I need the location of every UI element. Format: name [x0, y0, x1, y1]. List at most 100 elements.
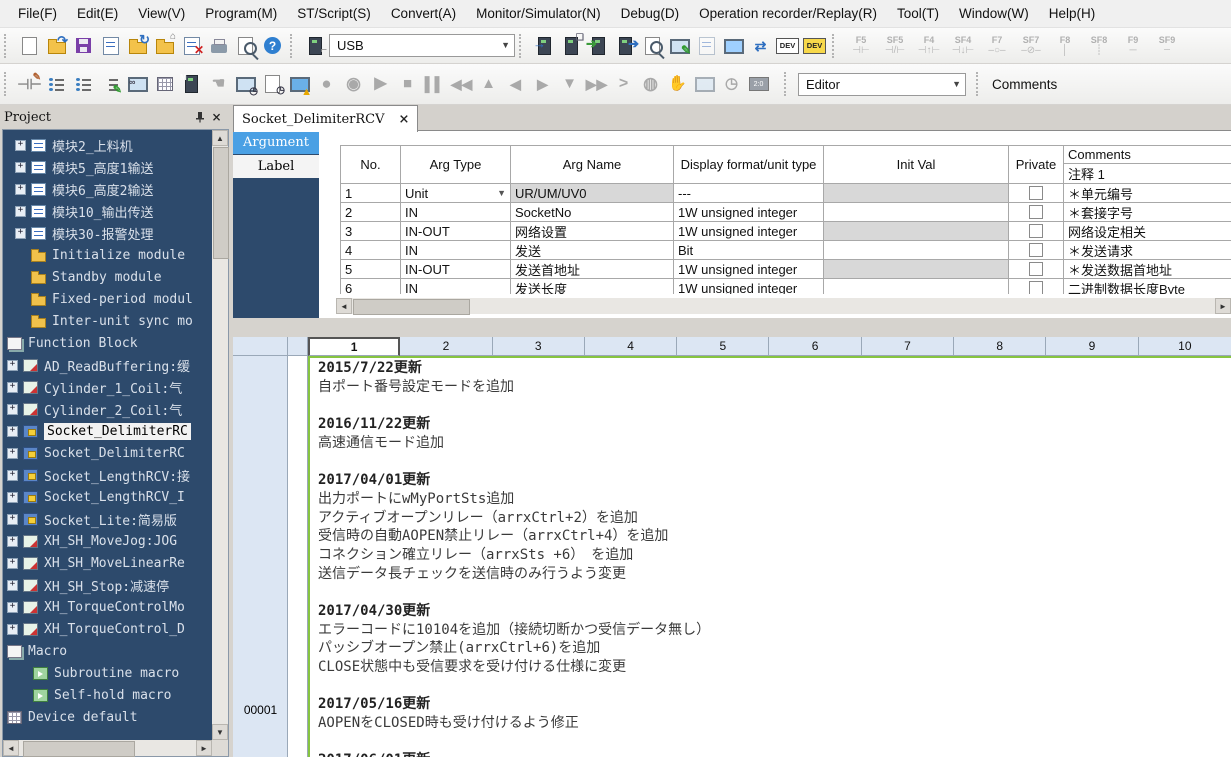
cell-init-val[interactable] [824, 203, 1009, 222]
tree-item-function-block[interactable]: +XH_SH_MoveJog:JOG [3, 530, 212, 552]
upload-from-plc-icon[interactable]: ➔ [612, 32, 639, 59]
menu-monitor-simulator[interactable]: Monitor/Simulator(N) [466, 3, 611, 25]
tree-item-folder[interactable]: Initialize module [3, 244, 212, 266]
cell-init-val[interactable] [824, 260, 1009, 279]
toolbar-grip[interactable] [784, 72, 791, 96]
statement-list-icon[interactable] [43, 71, 70, 98]
cell-arg-type[interactable]: IN-OUT [401, 260, 511, 279]
private-checkbox[interactable] [1029, 281, 1043, 294]
expand-icon[interactable]: + [7, 602, 18, 613]
grid-col-header[interactable]: 4 [585, 337, 677, 356]
monitor-step-icon[interactable] [691, 71, 718, 98]
delete-program-icon[interactable]: ✕ [178, 32, 205, 59]
print-preview-icon[interactable] [232, 32, 259, 59]
expand-icon[interactable]: + [7, 426, 18, 437]
verify-icon[interactable] [639, 32, 666, 59]
cell-init-val[interactable] [824, 241, 1009, 260]
online-edit-icon[interactable]: ✎ [666, 32, 693, 59]
read-program-icon[interactable]: ↻ [124, 32, 151, 59]
menu-view[interactable]: View(V) [128, 3, 195, 25]
scroll-down-icon[interactable]: ▼ [212, 724, 228, 740]
tree-item-macro-root[interactable]: Macro [3, 640, 212, 662]
trace-setting-icon[interactable]: ◷ [259, 71, 286, 98]
tree-item-folder[interactable]: Fixed-period modul [3, 288, 212, 310]
write-to-plc-icon[interactable]: → [531, 32, 558, 59]
cell-arg-type[interactable]: IN [401, 203, 511, 222]
menu-operation-recorder[interactable]: Operation recorder/Replay(R) [689, 3, 887, 25]
ladder-program-icon[interactable] [97, 32, 124, 59]
fkey-sf5-button[interactable]: SF5⊣/⊢ [878, 35, 912, 56]
connection-settings-icon[interactable]: ⌐ [302, 32, 329, 59]
expand-icon[interactable]: + [7, 558, 18, 569]
private-checkbox[interactable] [1029, 243, 1043, 257]
stopwatch-icon[interactable]: ◷ [718, 71, 745, 98]
step-forward-icon[interactable]: ▶ [529, 71, 556, 98]
tree-item-function-block[interactable]: +Socket_LengthRCV:接 [3, 464, 212, 486]
grid-col-header[interactable]: 6 [769, 337, 861, 356]
convert-transfer-icon[interactable]: ⇄ [747, 32, 774, 59]
stop-icon[interactable]: ■ [394, 71, 421, 98]
tree-item-function-block[interactable]: +Socket_DelimiterRC [3, 442, 212, 464]
comments-select-label[interactable]: Comments [992, 77, 1057, 92]
grid-col-header[interactable]: 7 [862, 337, 954, 356]
fkey-f9-button[interactable]: F9─ [1116, 35, 1150, 56]
expand-icon[interactable]: + [15, 162, 26, 173]
cell-comment[interactable]: 网络设定相关 [1064, 222, 1231, 241]
tree-item-module[interactable]: +模块5_高度1输送 [3, 156, 212, 178]
cell-init-val[interactable] [824, 279, 1009, 294]
grid-col-header[interactable]: 3 [493, 337, 585, 356]
help-icon[interactable]: ? [259, 32, 286, 59]
toolbar-grip[interactable] [4, 34, 11, 58]
ladder-edit-icon[interactable]: ⊣⊢✎ [16, 71, 43, 98]
fkey-sf4-button[interactable]: SF4⊣↓⊢ [946, 35, 980, 56]
cell-comment[interactable]: ＊单元编号 [1064, 184, 1231, 203]
tree-item-function-block-root[interactable]: Function Block [3, 332, 212, 354]
dev-badge-icon[interactable]: DEV [774, 32, 801, 59]
private-checkbox[interactable] [1029, 186, 1043, 200]
note-list-icon[interactable] [70, 71, 97, 98]
close-icon[interactable]: × [208, 109, 225, 125]
fkey-sf8-button[interactable]: SF8┊ [1082, 35, 1116, 56]
edit-list-icon[interactable]: ✎ [97, 71, 124, 98]
expand-icon[interactable]: + [7, 624, 18, 635]
cell-arg-name[interactable]: SocketNo [511, 203, 674, 222]
fkey-sf7-button[interactable]: SF7–⊘– [1014, 35, 1048, 56]
step-down-icon[interactable]: ▼ [556, 71, 583, 98]
cell-arg-name[interactable]: 发送 [511, 241, 674, 260]
cell-display-format[interactable]: 1W unsigned integer [674, 260, 824, 279]
time-display-icon[interactable]: 2:0 [745, 71, 772, 98]
scrollbar-thumb[interactable] [213, 147, 229, 259]
cell-arg-type[interactable]: IN-OUT [401, 222, 511, 241]
toolbar-grip[interactable] [832, 34, 839, 58]
tree-item-function-block[interactable]: +Socket_Lite:简易版 [3, 508, 212, 530]
pointer-hand-icon[interactable]: ☚ [205, 71, 232, 98]
cell-comment[interactable]: ＊发送数据首地址 [1064, 260, 1231, 279]
scroll-right-icon[interactable]: ► [196, 740, 212, 756]
tree-item-folder[interactable]: Standby module [3, 266, 212, 288]
tab-label[interactable]: Label [233, 155, 319, 179]
tree-item-device-default[interactable]: Device default [3, 706, 212, 728]
dev-badge-yellow-icon[interactable]: DEV [801, 32, 828, 59]
tab-socket-delimiterrcv[interactable]: Socket_DelimiterRCV × [233, 105, 418, 132]
skip-to-end-icon[interactable]: ▶▶ [583, 71, 610, 98]
ladder-block-icon[interactable] [151, 71, 178, 98]
watch-monitor-icon[interactable]: ◷ [232, 71, 259, 98]
tree-item-macro[interactable]: Subroutine macro [3, 662, 212, 684]
expand-icon[interactable]: + [7, 536, 18, 547]
expand-icon[interactable]: + [15, 184, 26, 195]
connection-target-select[interactable]: USB ▼ [329, 34, 515, 57]
fkey-f8-button[interactable]: F8│ [1048, 35, 1082, 56]
skip-to-start-icon[interactable]: ◀◀ [448, 71, 475, 98]
tab-argument[interactable]: Argument [233, 131, 319, 155]
tree-horizontal-scrollbar[interactable]: ◄ ► [3, 740, 212, 756]
private-checkbox[interactable] [1029, 224, 1043, 238]
scroll-up-icon[interactable]: ▲ [212, 130, 228, 146]
fkey-sf9-button[interactable]: SF9┄ [1150, 35, 1184, 56]
monitor-mode-icon[interactable] [693, 32, 720, 59]
grid-col-header[interactable]: 1 [308, 337, 400, 356]
device-monitor-icon[interactable]: M [178, 71, 205, 98]
expand-icon[interactable]: + [7, 448, 18, 459]
menu-file[interactable]: File(F) [8, 3, 67, 25]
tree-item-function-block-selected[interactable]: +Socket_DelimiterRC [3, 420, 212, 442]
scrollbar-thumb[interactable] [353, 299, 470, 315]
